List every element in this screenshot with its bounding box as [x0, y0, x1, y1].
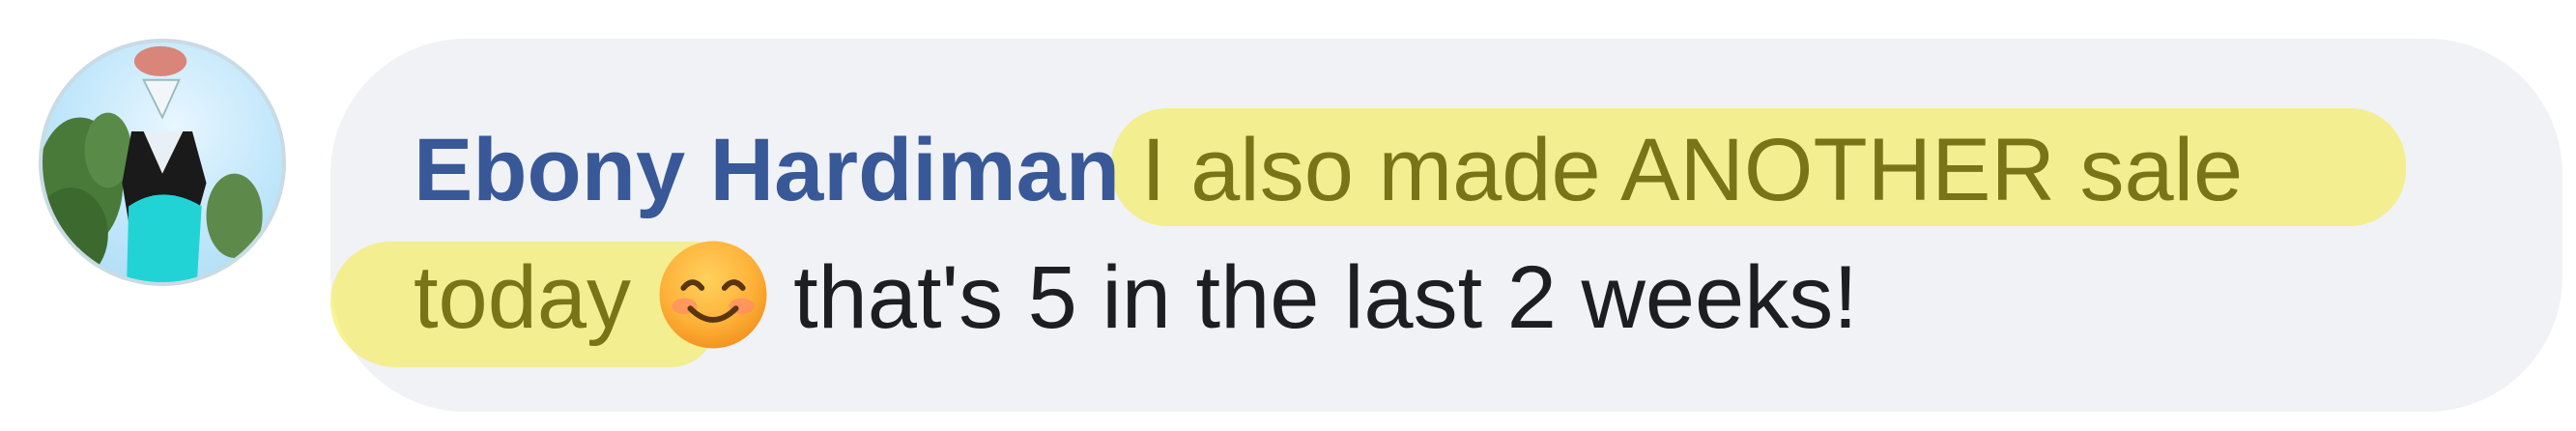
comment-line-1: Ebony Hardiman I also made ANOTHER sale [414, 126, 2243, 215]
avatar[interactable] [39, 39, 286, 286]
highlighted-text-2: today [414, 248, 632, 347]
comment-line-2: today that's 5 in the last 2 weeks! [414, 241, 1858, 352]
profile-photo [43, 45, 263, 282]
smiling-face-icon [656, 238, 770, 352]
highlighted-text-1: I also made ANOTHER sale [1141, 121, 2244, 219]
comment-text-rest: that's 5 in the last 2 weeks! [793, 248, 1858, 347]
author-name[interactable]: Ebony Hardiman [414, 121, 1120, 219]
